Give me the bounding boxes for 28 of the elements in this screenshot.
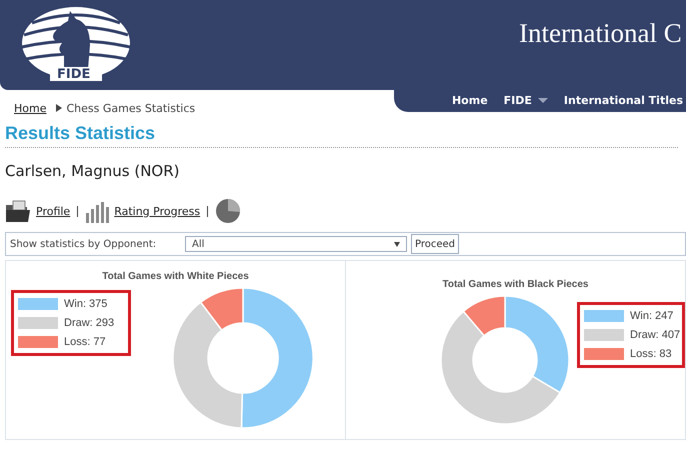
opponent-select[interactable]: All <box>185 236 407 252</box>
bar-chart-icon[interactable] <box>85 199 110 223</box>
caret-icon <box>538 98 548 103</box>
breadcrumb-current: Chess Games Statistics <box>66 102 196 114</box>
separator-icon <box>56 104 62 112</box>
pie-chart-icon[interactable] <box>215 198 242 224</box>
page-link[interactable]: Profile <box>36 204 70 218</box>
chart-title: Total Games with White Pieces <box>101 271 250 282</box>
legend-label: Draw: 293 <box>64 317 116 329</box>
nav-dropdown[interactable]: FIDE <box>504 94 548 107</box>
breadcrumb-link[interactable]: Home <box>14 102 46 114</box>
proceed-button[interactable]: Proceed <box>411 234 460 254</box>
player-name: Carlsen, Magnus (NOR) <box>5 162 180 180</box>
nav-link[interactable]: International Titles <box>564 94 683 107</box>
folder-icon[interactable] <box>5 199 31 223</box>
dropdown-arrow-icon <box>394 242 400 246</box>
logo-text: FIDE <box>57 67 90 82</box>
legend-label: Loss: 77 <box>64 336 107 348</box>
legend-label: Draw: 407 <box>630 329 678 341</box>
nav-link[interactable]: Home <box>452 94 488 107</box>
filter-label: Show statistics by Opponent: <box>10 238 158 250</box>
legend-label: Win: 247 <box>630 310 674 322</box>
legend-label: Win: 375 <box>64 298 108 310</box>
chart-title: Total Games with Black Pieces <box>442 279 590 290</box>
legend-label: Loss: 83 <box>630 348 673 360</box>
site-title: International C <box>519 18 682 49</box>
page-title: Results Statistics <box>5 123 678 148</box>
page-link[interactable]: Rating Progress <box>114 204 200 218</box>
